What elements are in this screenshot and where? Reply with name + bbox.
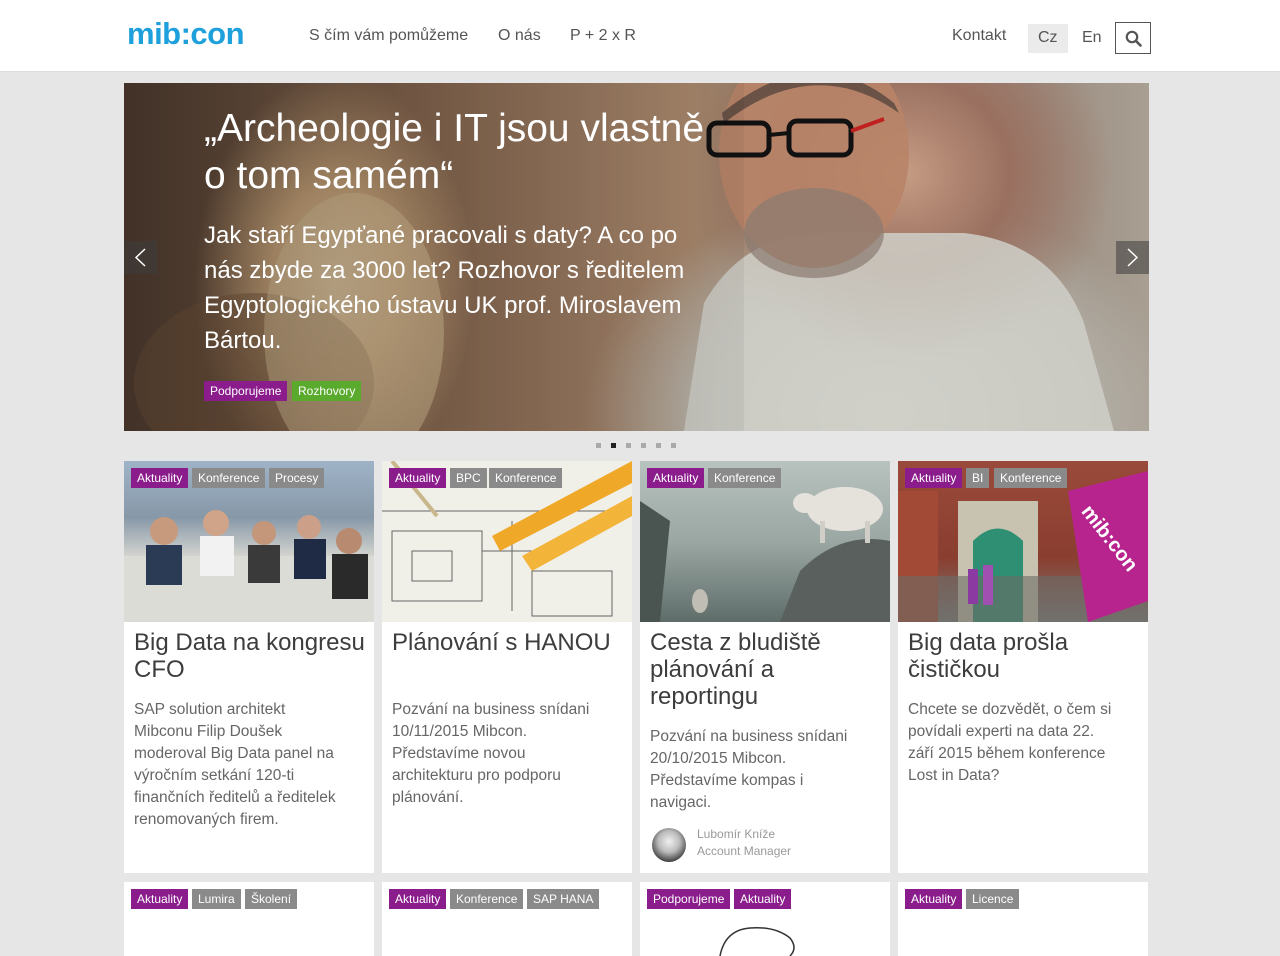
tag-procesy[interactable]: Procesy bbox=[269, 468, 325, 488]
tag-podporujeme[interactable]: Podporujeme bbox=[647, 889, 731, 909]
slider-dot[interactable] bbox=[671, 443, 676, 448]
tag-aktuality[interactable]: Aktuality bbox=[905, 468, 963, 488]
slider-dot-active[interactable] bbox=[611, 443, 616, 448]
search-icon bbox=[1125, 30, 1142, 47]
tag-aktuality[interactable]: Aktuality bbox=[389, 468, 447, 488]
hero-title[interactable]: „Archeologie i IT jsou vlastně o tom sam… bbox=[204, 105, 724, 199]
lang-en-button[interactable]: En bbox=[1072, 24, 1112, 53]
article-card[interactable]: Podporujeme Aktuality bbox=[640, 882, 890, 956]
slider-dot[interactable] bbox=[596, 443, 601, 448]
article-card[interactable]: mib:con Aktuality BI Konference Big data… bbox=[898, 461, 1148, 873]
card-text: Pozvání na business snídani 20/10/2015 M… bbox=[650, 728, 848, 811]
chevron-left-icon bbox=[134, 248, 146, 267]
tag-aktuality[interactable]: Aktuality bbox=[131, 468, 189, 488]
nav-item-about[interactable]: O nás bbox=[498, 27, 541, 45]
tag-aktuality[interactable]: Aktuality bbox=[647, 468, 705, 488]
tag-licence[interactable]: Licence bbox=[966, 889, 1020, 909]
hero-slider[interactable]: „Archeologie i IT jsou vlastně o tom sam… bbox=[124, 83, 1149, 431]
tag-konference[interactable]: Konference bbox=[994, 468, 1068, 488]
card-title[interactable]: Plánování s HANOU bbox=[392, 629, 628, 656]
card-text: SAP solution architekt Mibconu Filip Dou… bbox=[134, 701, 336, 828]
tag-bpc[interactable]: BPC bbox=[450, 468, 487, 488]
article-card[interactable]: Aktuality BPC Konference Plánování s HAN… bbox=[382, 461, 632, 873]
tag-konference[interactable]: Konference bbox=[450, 889, 524, 909]
nav-item-services[interactable]: S čím vám pomůžeme bbox=[309, 27, 468, 45]
slider-dot[interactable] bbox=[626, 443, 631, 448]
chevron-right-icon bbox=[1127, 248, 1139, 267]
nav-item-p2xr[interactable]: P + 2 x R bbox=[570, 27, 636, 45]
tag-konference[interactable]: Konference bbox=[489, 468, 563, 488]
site-header: mib:con S čím vám pomůžeme O nás P + 2 x… bbox=[0, 0, 1280, 72]
card-title[interactable]: Big data prošla čističkou bbox=[908, 629, 1144, 683]
nav-item-contact[interactable]: Kontakt bbox=[952, 27, 1006, 45]
slider-next-button[interactable] bbox=[1116, 241, 1149, 274]
slider-dot[interactable] bbox=[641, 443, 646, 448]
lang-cz-button[interactable]: Cz bbox=[1028, 24, 1068, 53]
tag-bi[interactable]: BI bbox=[966, 468, 990, 488]
tag-aktuality[interactable]: Aktuality bbox=[734, 889, 792, 909]
tag-konference[interactable]: Konference bbox=[708, 468, 782, 488]
tag-aktuality[interactable]: Aktuality bbox=[905, 889, 963, 909]
tag-konference[interactable]: Konference bbox=[192, 468, 266, 488]
card-text: Pozvání na business snídani 10/11/2015 M… bbox=[392, 701, 590, 806]
card-text: Chcete se dozvědět, o čem si povídali ex… bbox=[908, 701, 1112, 784]
article-card[interactable]: Aktuality Konference SAP HANA bbox=[382, 882, 632, 956]
author-role: Account Manager bbox=[697, 844, 792, 858]
slider-prev-button[interactable] bbox=[124, 241, 157, 274]
tag-aktuality[interactable]: Aktuality bbox=[389, 889, 447, 909]
author-name[interactable]: Lubomír Kníže bbox=[697, 826, 775, 843]
article-card[interactable]: Aktuality Konference Cesta z bludiště pl… bbox=[640, 461, 890, 873]
card-title[interactable]: Big Data na kongresu CFO bbox=[134, 629, 370, 683]
card-title[interactable]: Cesta z bludiště plánování a reportingu bbox=[650, 629, 886, 710]
author-avatar[interactable] bbox=[652, 828, 686, 862]
hero-text: Jak staří Egypťané pracovali s daty? A c… bbox=[204, 222, 685, 354]
tag-lumira[interactable]: Lumira bbox=[192, 889, 241, 909]
article-card[interactable]: Aktuality Lumira Školení bbox=[124, 882, 374, 956]
tag-sap-hana[interactable]: SAP HANA bbox=[527, 889, 600, 909]
search-button[interactable] bbox=[1115, 22, 1151, 54]
article-card[interactable]: Aktuality Licence bbox=[898, 882, 1148, 956]
tag-aktuality[interactable]: Aktuality bbox=[131, 889, 189, 909]
tag-skoleni[interactable]: Školení bbox=[245, 889, 298, 909]
article-card[interactable]: Aktuality Konference Procesy Big Data na… bbox=[124, 461, 374, 873]
hero-tag-podporujeme[interactable]: Podporujeme bbox=[204, 381, 288, 401]
hero-tag-rozhovory[interactable]: Rozhovory bbox=[292, 381, 362, 401]
logo[interactable]: mib:con bbox=[127, 17, 245, 51]
slider-dot[interactable] bbox=[656, 443, 661, 448]
